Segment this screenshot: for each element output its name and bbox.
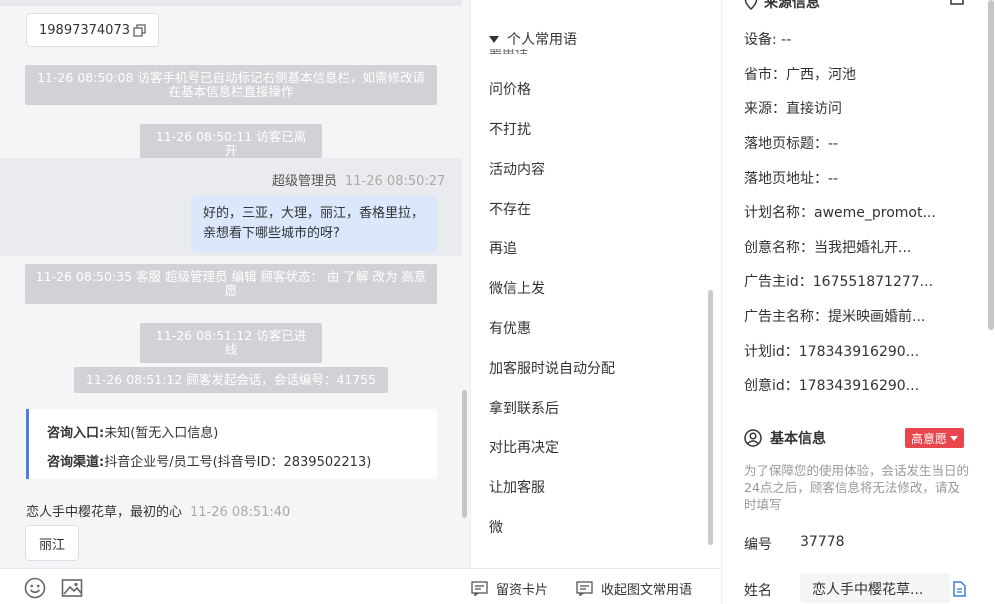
landing-url-row: 落地页地址：--: [744, 171, 839, 187]
smile-icon[interactable]: [24, 577, 46, 599]
source-title: 来源信息: [764, 0, 820, 11]
phrase-item[interactable]: 问价格: [489, 79, 531, 99]
lead-card-button[interactable]: 留资卡片: [471, 579, 548, 598]
entry-value: 未知(暂无入口信息): [104, 426, 219, 441]
chat-workspace: 19897374073 11-26 08:50:08 访客手机号已自动标记右侧基…: [0, 0, 995, 604]
system-message: 11-26 08:50:08 访客手机号已自动标记右侧基本信息栏，如需修改请在基…: [25, 65, 437, 105]
visitor-timestamp: 11-26 08:51:40: [190, 505, 291, 520]
advertiser-id-row: 广告主id：167551871277...: [744, 274, 934, 290]
copy-icon[interactable]: [133, 23, 146, 37]
chat-panel: 19897374073 11-26 08:50:08 访客手机号已自动标记右侧基…: [0, 0, 470, 568]
visitor-message-bubble[interactable]: 丽江: [25, 525, 80, 561]
phrase-item[interactable]: 有优惠: [489, 318, 531, 338]
entry-row: 咨询入口:未知(暂无入口信息): [47, 419, 419, 448]
intent-status-label: 高意愿: [911, 431, 948, 446]
name-label: 姓名: [744, 583, 772, 599]
location-icon: [744, 0, 758, 10]
basic-info-title: 基本信息: [744, 428, 826, 448]
copy-icon[interactable]: [952, 581, 966, 597]
chat-top-edge: [0, 0, 462, 6]
phrase-item[interactable]: 对比再决定: [489, 437, 559, 457]
source-section-title: 来源信息: [744, 0, 820, 12]
intent-status-dropdown[interactable]: 高意愿: [905, 428, 965, 448]
caret-down-icon: [489, 35, 499, 43]
visitor-info-panel: 来源信息 设备: -- 省市：广西，河池 来源：直接访问 落地页标题：-- 落地…: [721, 0, 995, 604]
plan-id-row: 计划id：178343916290...: [744, 344, 920, 360]
phrase-item[interactable]: 让加客服: [489, 477, 545, 497]
agent-name: 超级管理员: [272, 174, 338, 189]
chat-scrollbar[interactable]: [462, 390, 467, 518]
info-panel-scrollbar[interactable]: [988, 0, 994, 330]
creative-id-row: 创意id：178343916290...: [744, 378, 920, 394]
phrase-item[interactable]: 微信上发: [489, 278, 545, 298]
agent-timestamp: 11-26 08:50:27: [345, 174, 446, 189]
system-message: 11-26 08:50:35 客服 超级管理员 编辑 顾客状态： 由 了解 改为…: [25, 264, 437, 304]
phone-message[interactable]: 19897374073: [26, 13, 159, 47]
phrases-panel: 要电话 个人常用语 问价格 不打扰 活动内容 不存在 再追 微信上发 有优惠 加…: [470, 0, 720, 568]
basic-info-label: 基本信息: [770, 431, 826, 447]
phrases-group-header[interactable]: 个人常用语: [489, 29, 577, 49]
source-row: 来源：直接访问: [744, 101, 842, 117]
region-row: 省市：广西，河池: [744, 67, 856, 83]
landing-title-row: 落地页标题：--: [744, 136, 839, 152]
phone-number: 19897374073: [39, 22, 130, 38]
lead-card-label: 留资卡片: [496, 583, 549, 598]
entry-label: 咨询入口:: [47, 426, 105, 441]
channel-value: 抖音企业号/员工号(抖音号ID：2839502213): [104, 455, 372, 470]
agent-sender-line: 超级管理员 11-26 08:50:27: [272, 170, 445, 189]
input-toolbar: 留资卡片 收起图文常用语: [0, 568, 720, 604]
caret-down-icon: [950, 435, 959, 441]
visitor-name: 恋人手中樱花草，最初的心: [26, 505, 183, 520]
number-value: 37778: [800, 534, 845, 550]
user-circle-icon: [744, 429, 762, 447]
card-icon: [471, 581, 488, 596]
edit-deadline-notice: 为了保障您的使用体验，会话发生当日的24点之后，顾客信息将无法修改，请及时填写: [744, 463, 970, 512]
phrase-item[interactable]: 不打扰: [489, 119, 531, 139]
phrase-item[interactable]: 加客服时说自动分配: [489, 358, 615, 378]
system-message: 11-26 08:51:12 顾客发起会话，会话编号：41755: [74, 367, 388, 393]
plan-name-row: 计划名称：aweme_promot...: [744, 205, 936, 221]
message-icon: [576, 581, 593, 596]
agent-message-bubble[interactable]: 好的，三亚，大理，丽江，香格里拉，亲想看下哪些城市的呀?: [191, 196, 437, 252]
phrase-item[interactable]: 不存在: [489, 199, 531, 219]
device-row: 设备: --: [744, 32, 792, 48]
advertiser-name-row: 广告主名称：提米映画婚前...: [744, 309, 926, 325]
creative-name-row: 创意名称：当我把婚礼开...: [744, 240, 912, 256]
consult-info-card: 咨询入口:未知(暂无入口信息) 咨询渠道:抖音企业号/员工号(抖音号ID：283…: [26, 409, 437, 479]
phrase-item[interactable]: 微: [489, 517, 503, 537]
channel-label: 咨询渠道:: [47, 455, 105, 470]
collapse-phrases-label: 收起图文常用语: [601, 583, 693, 598]
channel-row: 咨询渠道:抖音企业号/员工号(抖音号ID：2839502213): [47, 448, 419, 477]
phrase-item[interactable]: 活动内容: [489, 159, 545, 179]
phrases-group-title: 个人常用语: [507, 32, 577, 48]
system-message: 11-26 08:51:12 访客已进线: [140, 323, 322, 363]
phrase-item[interactable]: 再追: [489, 238, 517, 258]
phrases-scrollbar[interactable]: [708, 290, 713, 545]
edit-icon[interactable]: [949, 0, 965, 6]
collapse-phrases-button[interactable]: 收起图文常用语: [576, 579, 692, 598]
number-label: 编号: [744, 537, 772, 553]
image-icon[interactable]: [61, 577, 83, 599]
visitor-sender-line: 恋人手中樱花草，最初的心 11-26 08:51:40: [26, 501, 290, 520]
name-field[interactable]: 恋人手中樱花草...: [800, 573, 950, 603]
phrase-item[interactable]: 拿到联系后: [489, 398, 559, 418]
